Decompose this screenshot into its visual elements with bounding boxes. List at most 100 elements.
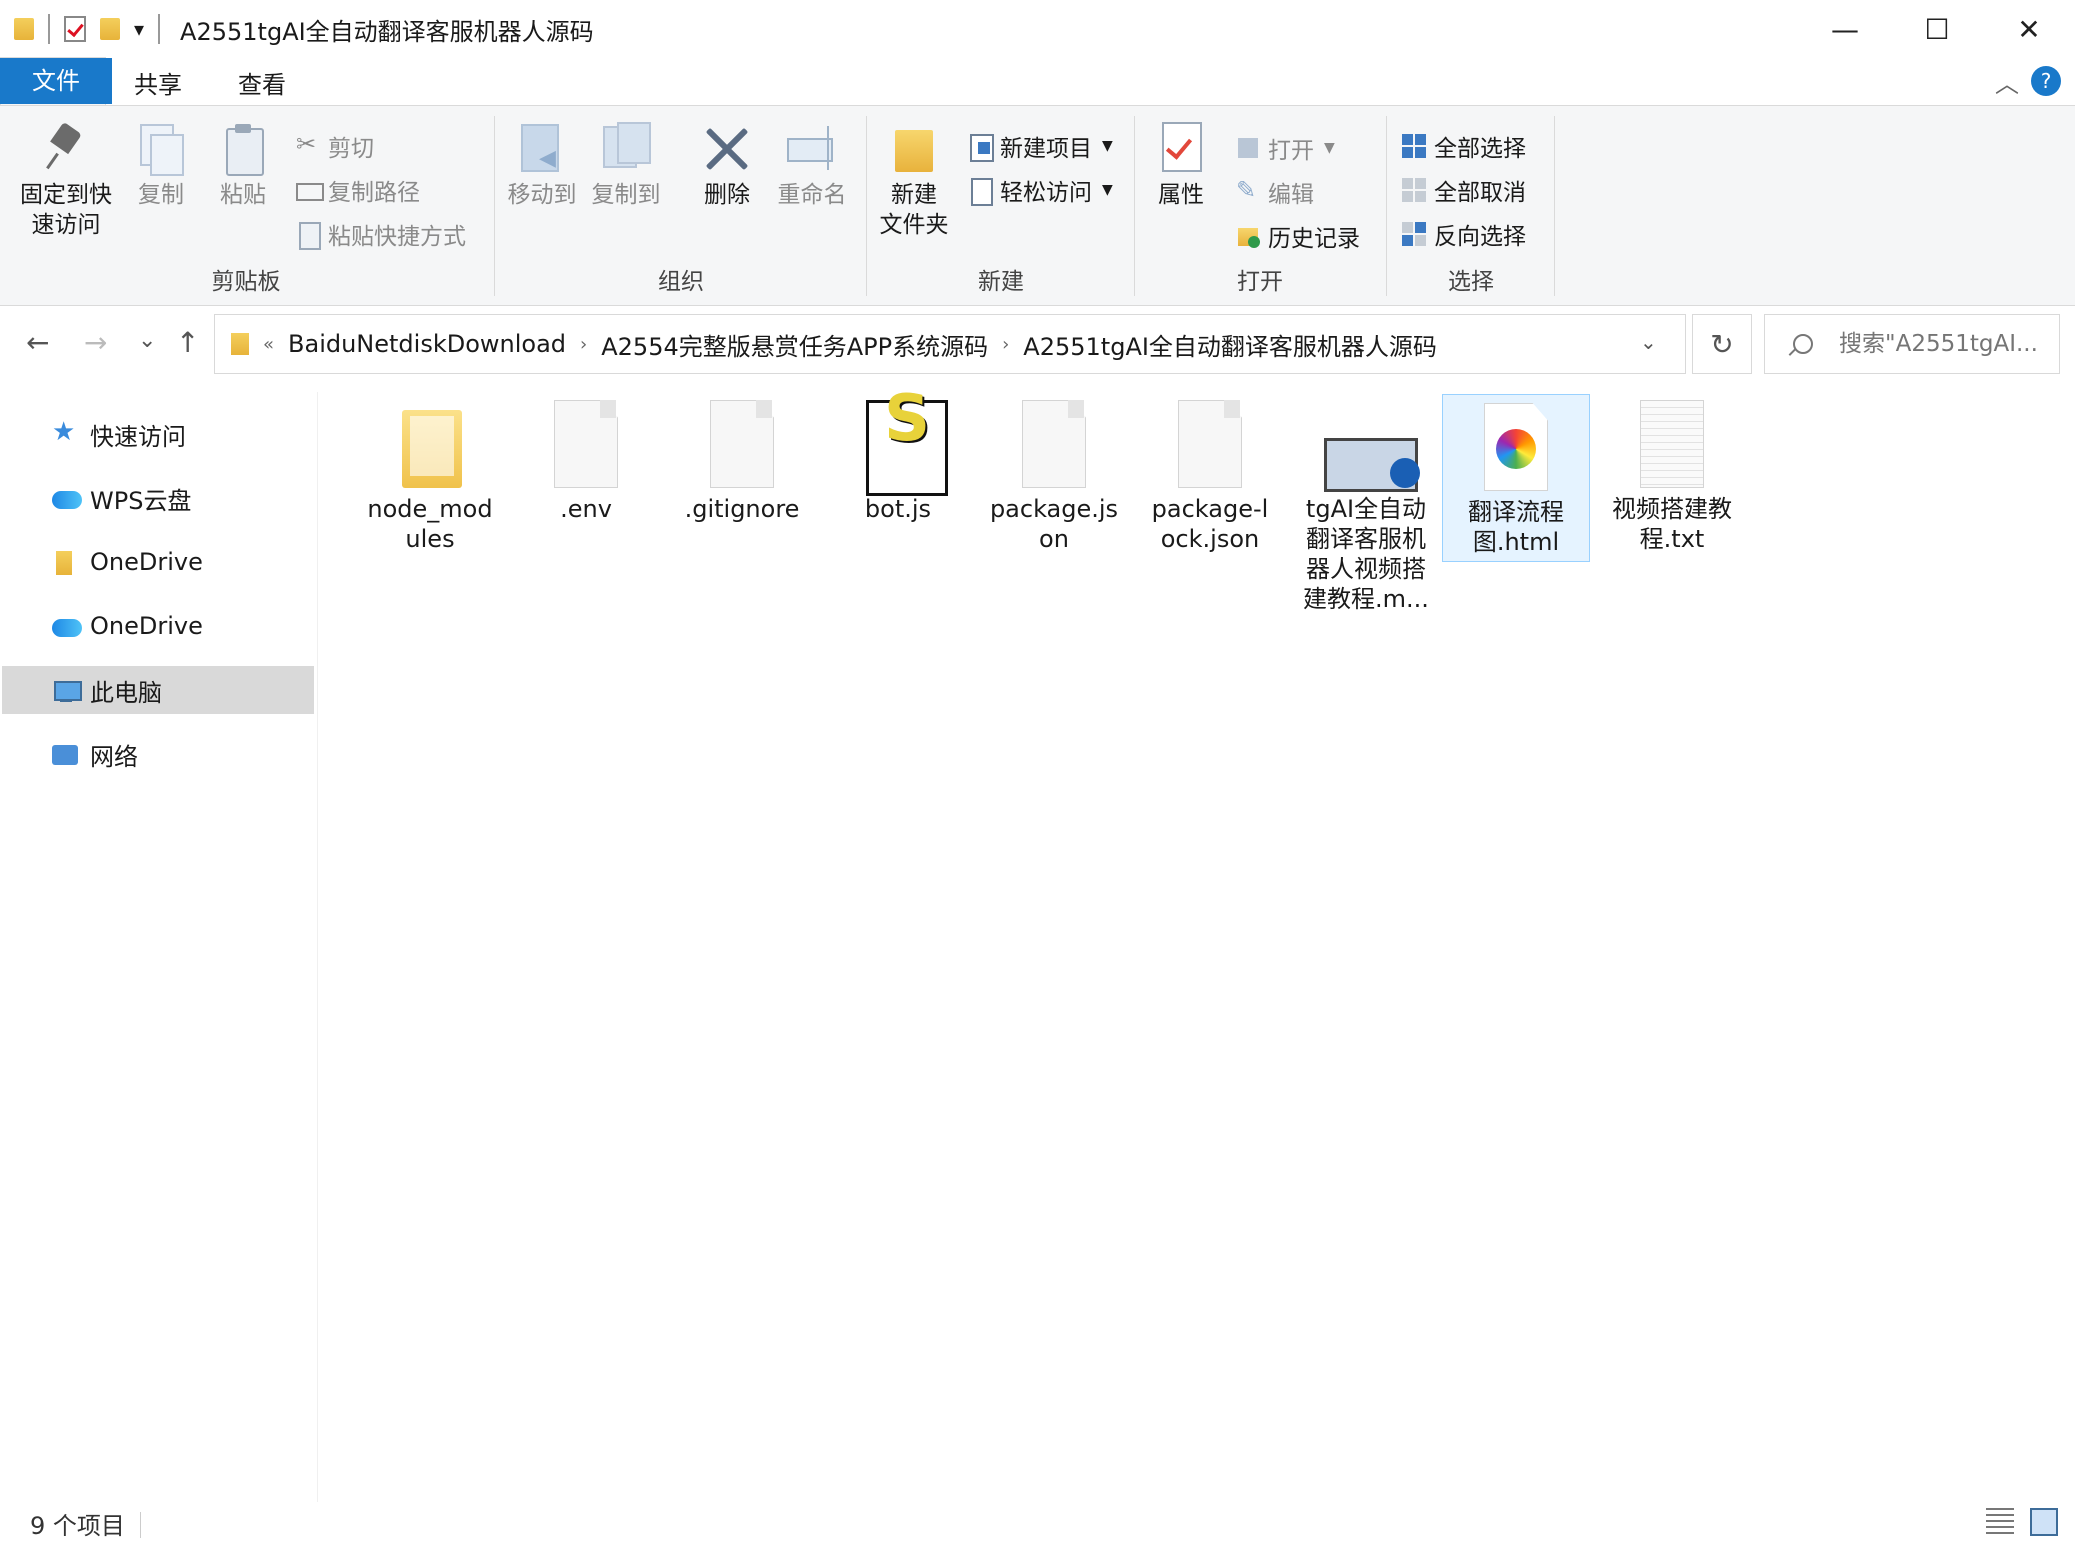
sidebar-item-label: OneDrive [90, 612, 203, 640]
group-separator [1134, 116, 1135, 296]
file-item[interactable]: package-l ock.json [1136, 392, 1284, 554]
file-name-line: node_mod [367, 495, 493, 523]
address-dropdown-icon[interactable]: ⌄ [1640, 330, 1657, 354]
move-to-button[interactable]: 移动到 [502, 122, 582, 210]
sidebar-item-network[interactable]: 网络 [2, 730, 314, 778]
file-item[interactable]: package.js on [980, 392, 1128, 554]
copy-path-label: 复制路径 [328, 180, 420, 206]
sidebar-item-onedrive[interactable]: OneDrive [2, 602, 314, 650]
sidebar-item-label: 此电脑 [90, 678, 162, 707]
breadcrumb-item[interactable]: A2554完整版悬赏任务APP系统源码 [601, 327, 988, 362]
tab-file[interactable]: 文件 [0, 58, 112, 104]
open-icon [1236, 136, 1260, 160]
file-item-selected[interactable]: 翻译流程 图.html [1442, 394, 1590, 562]
back-button[interactable]: ← [26, 326, 49, 359]
select-none-button[interactable]: 全部取消 [1402, 170, 1526, 210]
delete-button[interactable]: 删除 [692, 122, 762, 210]
select-all-button[interactable]: 全部选择 [1402, 126, 1526, 166]
invert-selection-icon [1402, 222, 1426, 246]
close-button[interactable]: ✕ [1983, 0, 2075, 58]
address-bar[interactable]: « BaiduNetdiskDownload › A2554完整版悬赏任务APP… [214, 314, 1686, 374]
clipboard-group: 固定到快 速访问 复制 粘贴 剪切 复制路径 粘贴快捷方式 剪贴板 [0, 114, 492, 300]
properties-button[interactable]: 属性 [1146, 122, 1216, 210]
up-button[interactable]: ↑ [176, 326, 199, 359]
move-to-icon [517, 122, 567, 174]
new-folder-button[interactable]: 新建 文件夹 [874, 122, 954, 240]
easy-access-icon [968, 178, 993, 206]
history-button[interactable]: 历史记录 [1236, 216, 1360, 256]
copy-to-label: 复制到 [591, 182, 661, 208]
file-item[interactable]: tgAI全自动 翻译客服机 器人视频搭 建教程.m... [1292, 392, 1440, 614]
copy-path-button[interactable]: 复制路径 [296, 170, 420, 210]
large-icons-view-icon[interactable] [2030, 1508, 2058, 1536]
chevron-right-icon[interactable]: › [580, 334, 587, 355]
chevron-right-icon[interactable]: › [1002, 334, 1009, 355]
help-icon[interactable]: ? [2031, 66, 2061, 96]
sidebar-item-this-pc[interactable]: 此电脑 [2, 666, 314, 714]
open-button[interactable]: 打开 ▼ [1236, 128, 1335, 168]
details-view-icon[interactable] [1986, 1508, 2014, 1536]
paste-button[interactable]: 粘贴 [210, 122, 276, 210]
search-input[interactable] [1839, 331, 2049, 357]
file-name-line: 视频搭建教 [1612, 495, 1732, 523]
select-all-icon [1402, 134, 1426, 158]
breadcrumb-item[interactable]: BaiduNetdiskDownload [288, 330, 566, 358]
copy-path-icon [296, 178, 324, 202]
recent-locations-button[interactable]: ⌄ [138, 328, 156, 353]
new-item-button[interactable]: 新建项目 ▼ [968, 126, 1113, 166]
edit-button[interactable]: 编辑 [1236, 172, 1314, 212]
copy-button[interactable]: 复制 [128, 122, 194, 210]
new-item-icon [968, 134, 994, 162]
file-item[interactable]: .env [512, 392, 660, 524]
select-none-icon [1402, 178, 1426, 202]
file-name-line: bot.js [864, 495, 932, 523]
refresh-button[interactable]: ↻ [1692, 314, 1752, 374]
new-folder-icon[interactable] [100, 18, 120, 40]
file-item[interactable]: 视频搭建教 程.txt [1598, 392, 1746, 554]
group-separator [1554, 116, 1555, 296]
file-name-line: 翻译流程 [1468, 498, 1564, 526]
sidebar-item-label: 网络 [90, 742, 138, 771]
minimize-button[interactable]: — [1799, 0, 1891, 58]
breadcrumb-overflow[interactable]: « [263, 334, 274, 355]
new-item-label: 新建项目 [1000, 136, 1092, 162]
forward-button[interactable]: → [84, 326, 107, 359]
file-item[interactable]: node_mod ules [356, 392, 504, 554]
window-title: A2551tgAI全自动翻译客服机器人源码 [180, 17, 594, 46]
invert-selection-button[interactable]: 反向选择 [1402, 214, 1526, 254]
video-file-icon [1324, 400, 1420, 492]
folder-icon [231, 333, 249, 355]
delete-x-icon [702, 122, 752, 174]
sidebar-item-quick-access[interactable]: 快速访问 [2, 410, 314, 458]
breadcrumb-item[interactable]: A2551tgAI全自动翻译客服机器人源码 [1023, 327, 1437, 362]
collapse-ribbon-icon[interactable]: ︿ [1995, 64, 2019, 99]
chevron-down-icon: ▼ [1102, 138, 1113, 154]
file-name-line: 翻译客服机 [1306, 525, 1426, 553]
properties-check-icon[interactable] [64, 16, 86, 42]
cut-button[interactable]: 剪切 [296, 126, 374, 166]
copy-icon [136, 122, 186, 176]
edit-label: 编辑 [1268, 182, 1314, 208]
search-box[interactable] [1764, 314, 2060, 374]
qat-dropdown-icon[interactable]: ▾ [134, 17, 144, 41]
copy-to-button[interactable]: 复制到 [586, 122, 666, 210]
folder-icon [14, 18, 34, 40]
html-file-icon [1484, 403, 1548, 491]
easy-access-button[interactable]: 轻松访问 ▼ [968, 170, 1113, 210]
blank-file-icon [554, 400, 618, 488]
sidebar-item-wps-cloud[interactable]: WPS云盘 [2, 474, 314, 522]
file-item[interactable]: .gitignore [668, 392, 816, 524]
pin-quick-access-button[interactable]: 固定到快 速访问 [14, 122, 118, 240]
maximize-button[interactable]: ☐ [1891, 0, 1983, 58]
copy-label: 复制 [138, 182, 184, 208]
navigation-bar: ← → ⌄ ↑ « BaiduNetdiskDownload › A2554完整… [0, 312, 2075, 376]
tab-share[interactable]: 共享 [106, 59, 210, 105]
sidebar-item-onedrive-folder[interactable]: OneDrive [2, 538, 314, 586]
rename-button[interactable]: 重命名 [772, 122, 852, 210]
ribbon: 固定到快 速访问 复制 粘贴 剪切 复制路径 粘贴快捷方式 剪贴板 移动到 [0, 106, 2075, 306]
paste-shortcut-button[interactable]: 粘贴快捷方式 [296, 214, 466, 254]
tab-view[interactable]: 查看 [210, 59, 314, 105]
file-name-line: .gitignore [684, 495, 800, 523]
file-item[interactable]: bot.js [824, 392, 972, 524]
history-icon [1236, 224, 1260, 248]
